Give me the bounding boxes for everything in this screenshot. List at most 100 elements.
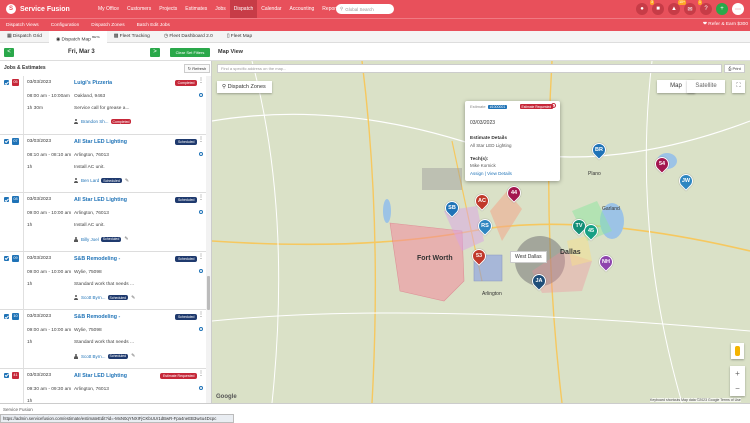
activity-icon[interactable]: ● 3 xyxy=(636,0,654,15)
job-tech[interactable]: Ben Lard Scheduled ✎ xyxy=(74,178,129,184)
map-type-satellite-button[interactable]: Satellite xyxy=(687,80,725,93)
more-icon[interactable]: ⋯ xyxy=(732,3,744,15)
map-address-input[interactable]: Find a specific address on the map... xyxy=(217,64,722,73)
tab-dispatch-grid[interactable]: ▦ Dispatch Grid xyxy=(0,31,49,43)
job-customer-link[interactable]: All Star LED Lighting xyxy=(74,139,127,145)
edit-icon[interactable]: ✎ xyxy=(131,295,135,301)
job-date: 03/03/2023 xyxy=(27,372,52,378)
job-row[interactable]: 08 03/03/2023 09:00 am - 10:00 am 1h All Sta… xyxy=(0,193,206,252)
nav-customers[interactable]: Customers xyxy=(123,0,155,18)
global-search-input[interactable]: ⚲ Global Search xyxy=(336,4,394,14)
job-customer-link[interactable]: Luigi's Pizzeria xyxy=(74,80,112,86)
add-icon[interactable]: + xyxy=(716,3,728,15)
locate-icon[interactable] xyxy=(199,210,203,214)
edit-icon[interactable]: ✎ xyxy=(124,236,128,242)
job-tech[interactable]: Scott Byrn... Scheduled ✎ xyxy=(74,295,135,301)
messages-icon[interactable]: ✉ 1 xyxy=(684,0,702,15)
next-day-button[interactable]: > xyxy=(150,48,160,57)
popup-est-word: Estimate xyxy=(470,104,486,109)
zoom-in-button[interactable]: + xyxy=(730,366,745,381)
close-icon[interactable]: x xyxy=(551,103,556,108)
locate-icon[interactable] xyxy=(199,268,203,273)
subnav-dispatch-zones[interactable]: Dispatch Zones xyxy=(85,23,130,28)
tab-fleet-tracking[interactable]: ▩ Fleet Tracking xyxy=(107,31,157,43)
tasks-icon[interactable]: ■ xyxy=(652,3,664,15)
subnav-configuration[interactable]: Configuration xyxy=(45,23,86,28)
pin-label: AC xyxy=(478,198,486,204)
edit-icon[interactable]: ✎ xyxy=(125,178,129,184)
locate-icon[interactable] xyxy=(199,385,203,390)
help-icon[interactable]: ? xyxy=(700,3,712,15)
refer-link[interactable]: ❤ Refer & Earn $300 xyxy=(703,22,748,27)
job-number-badge: 08 xyxy=(12,196,19,203)
nav-accounting[interactable]: Accounting xyxy=(286,0,319,18)
job-status-badge: Estimate Requested xyxy=(160,372,197,379)
tab-fleet-dashboard[interactable]: ◷ Fleet Dashboard 2.0 xyxy=(157,31,220,43)
locate-icon[interactable] xyxy=(199,151,203,156)
popup-estimate-number[interactable]: #1000001 xyxy=(487,105,508,109)
job-tech[interactable]: Brandon Sh... Completed xyxy=(74,119,132,124)
more-options-icon[interactable]: ⋮ xyxy=(198,312,204,318)
job-tech[interactable]: Billy Joel Scheduled ✎ xyxy=(74,236,129,242)
list-scrollbar[interactable] xyxy=(206,76,211,403)
person-icon xyxy=(74,295,78,300)
tab-fleet-map[interactable]: ▯ Fleet Map xyxy=(220,31,259,43)
job-row[interactable]: 05 03/03/2023 08:00 am - 10:00am 1h 30m Luig… xyxy=(0,76,206,135)
job-number-badge: 07 xyxy=(12,137,19,145)
street-view-pegman-icon[interactable] xyxy=(731,343,744,359)
locate-icon[interactable] xyxy=(199,93,203,97)
popup-assign-link[interactable]: Assign | View Details xyxy=(470,171,512,176)
print-button[interactable]: ⎙ Print xyxy=(724,64,745,73)
job-tech[interactable]: Scott Byrn... Scheduled ✎ xyxy=(74,353,135,359)
nav-dispatch[interactable]: Dispatch xyxy=(229,0,258,18)
prev-day-button[interactable]: < xyxy=(4,48,14,57)
clear-filters-button[interactable]: Clear Set Filters xyxy=(170,48,210,57)
job-status-badge: Scheduled xyxy=(175,314,197,320)
more-options-icon[interactable]: ⋮ xyxy=(198,254,204,260)
job-row[interactable]: 09 03/03/2023 09:00 am - 10:00 am 1h S&B Rem… xyxy=(0,251,206,310)
scrollbar-thumb[interactable] xyxy=(207,276,210,310)
job-customer-link[interactable]: S&B Remodeling - xyxy=(74,314,120,320)
job-row[interactable]: 07 03/03/2023 08:10 am - 08:10 am 1h All Sta… xyxy=(0,134,206,193)
status-footer: Service Fusion https://admin.servicefusi… xyxy=(0,403,750,423)
job-row[interactable]: 41 03/03/2023 09:30 am - 09:30 am 1h All Sta… xyxy=(0,368,206,403)
pin-label: NH xyxy=(602,259,610,265)
fullscreen-icon[interactable]: ⛶ xyxy=(732,80,745,93)
tab-dispatch-map[interactable]: ◉ Dispatch Map BETA xyxy=(48,30,107,43)
edit-icon[interactable]: ✎ xyxy=(131,353,135,359)
notifications-icon[interactable]: ▲ 10+ xyxy=(668,0,686,15)
subnav-dispatch-views[interactable]: Dispatch Views xyxy=(0,23,45,28)
nav-jobs[interactable]: Jobs xyxy=(211,0,230,18)
nav-estimates[interactable]: Estimates xyxy=(181,0,211,18)
app-logo[interactable]: S Service Fusion xyxy=(6,4,86,14)
zoom-out-button[interactable]: − xyxy=(730,381,745,396)
job-row[interactable]: 10 03/03/2023 09:00 am - 10:00 am 1h S&B Rem… xyxy=(0,310,206,369)
map-area[interactable]: Fort Worth Dallas Garland Plano Arlingto… xyxy=(212,61,750,403)
job-customer-link[interactable]: All Star LED Lighting xyxy=(74,373,127,379)
nav-my-office[interactable]: My Office xyxy=(94,0,123,18)
more-options-icon[interactable]: ⋮ xyxy=(198,78,204,84)
more-options-icon[interactable]: ⋮ xyxy=(198,137,204,143)
nav-calendar[interactable]: Calendar xyxy=(257,0,285,18)
job-checkbox[interactable] xyxy=(4,314,9,319)
map-attribution[interactable]: Keyboard shortcuts Map data ©2023 Google… xyxy=(650,398,741,402)
job-checkbox[interactable] xyxy=(4,80,9,85)
job-customer-link[interactable]: S&B Remodeling - xyxy=(74,256,120,262)
refresh-button[interactable]: ↻ Refresh xyxy=(184,64,210,73)
job-customer-link[interactable]: All Star LED Lighting xyxy=(74,197,127,203)
nav-projects[interactable]: Projects xyxy=(155,0,181,18)
job-checkbox[interactable] xyxy=(4,138,9,144)
job-checkbox[interactable] xyxy=(4,255,9,261)
more-options-icon[interactable]: ⋮ xyxy=(198,371,204,377)
more-options-icon[interactable]: ⋮ xyxy=(198,195,204,201)
job-checkbox[interactable] xyxy=(4,197,9,202)
job-checkbox[interactable] xyxy=(4,372,9,378)
map-pin-icon: ⚲ xyxy=(222,84,227,90)
dispatch-zones-button[interactable]: ⚲ Dispatch Zones xyxy=(217,81,272,93)
job-time: 09:00 am - 10:00 am xyxy=(27,328,72,333)
tech-status-badge: Scheduled xyxy=(107,353,129,359)
subnav-batch-edit-jobs[interactable]: Batch Edit Jobs xyxy=(131,23,176,28)
zone-label-west-dallas[interactable]: West Dallas xyxy=(510,251,547,263)
date-controls: < Fri, Mar 3 > Clear Set Filters Map Vie… xyxy=(0,44,750,61)
locate-icon[interactable] xyxy=(199,327,203,331)
